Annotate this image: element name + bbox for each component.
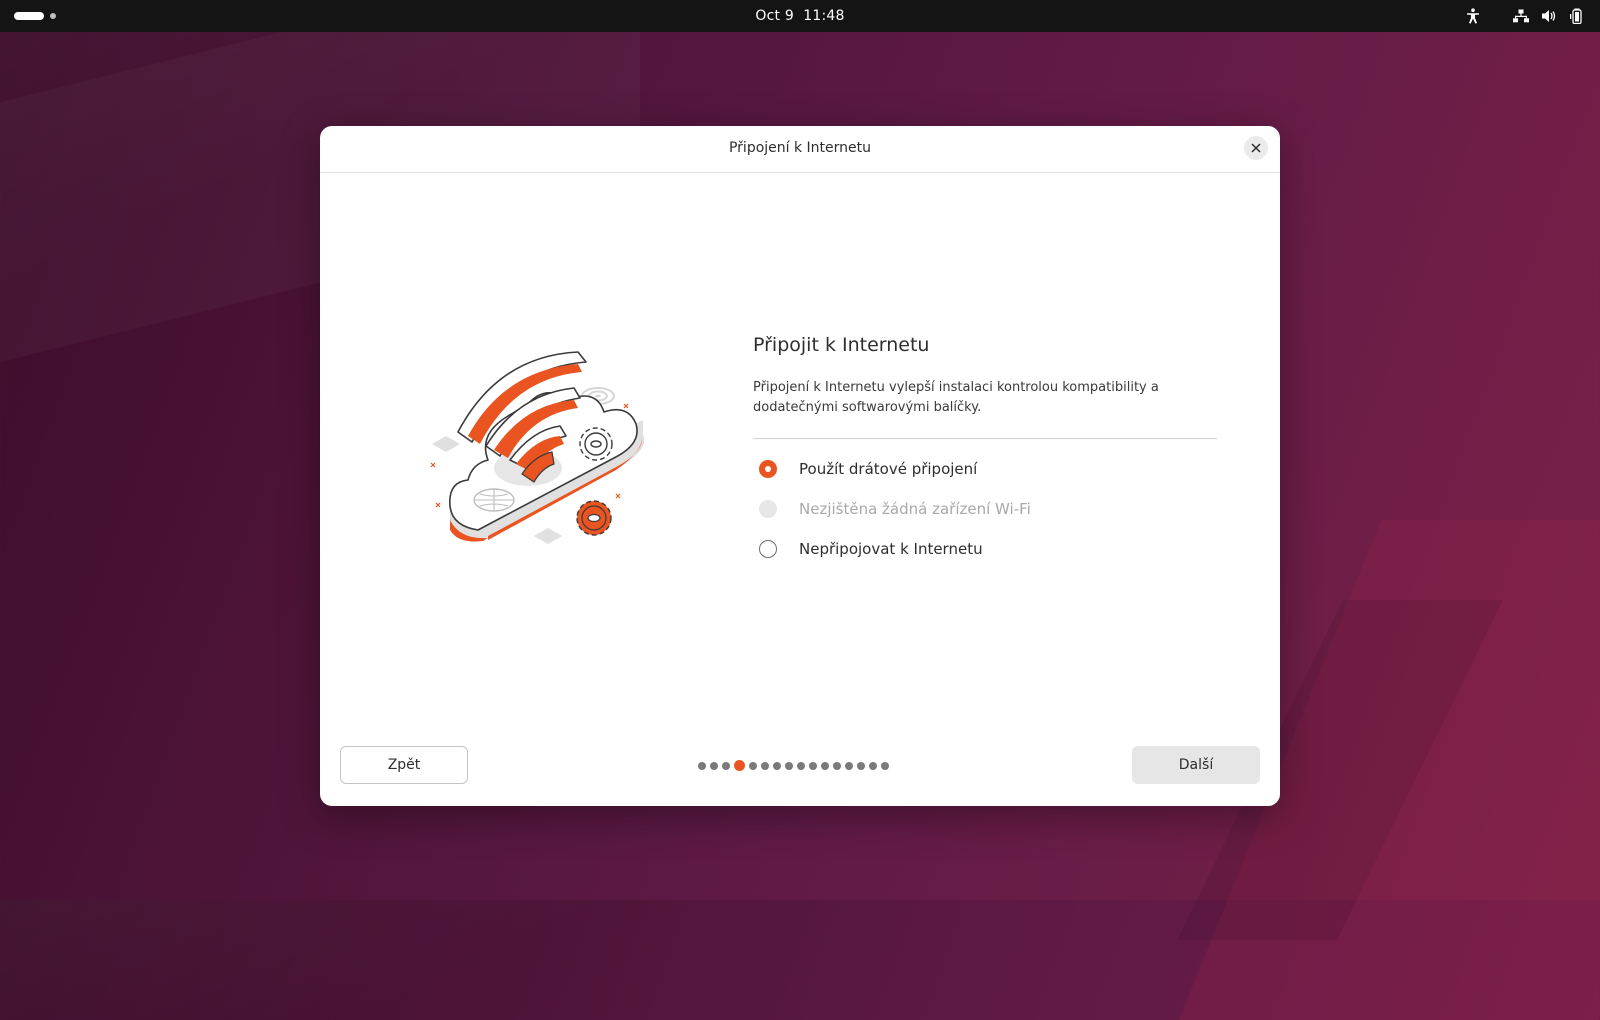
accessibility-icon[interactable]: [1464, 7, 1482, 25]
back-button[interactable]: Zpět: [340, 746, 468, 784]
option-label: Použít drátové připojení: [799, 460, 978, 478]
page-description: Připojení k Internetu vylepší instalaci …: [753, 380, 1159, 415]
close-icon: [1251, 143, 1261, 153]
step-dot: [869, 761, 877, 770]
radio-no-connection[interactable]: [759, 540, 777, 558]
step-dot: [797, 761, 805, 770]
step-dot: [821, 761, 829, 770]
network-wired-icon[interactable]: [1512, 7, 1530, 25]
step-indicator: [698, 760, 893, 771]
installer-dialog: Připojení k Internetu Připojit k Interne…: [320, 126, 1280, 806]
step-dot: [710, 761, 718, 770]
volume-icon[interactable]: [1540, 7, 1558, 25]
top-bar: Oct 9 11:48: [0, 0, 1600, 32]
step-dot: [809, 761, 817, 770]
clock[interactable]: Oct 9 11:48: [0, 8, 1600, 24]
wifi-cloud-illustration: [430, 351, 645, 544]
step-dot: [698, 761, 706, 770]
divider: [753, 438, 1217, 439]
step-dot: [749, 761, 757, 770]
option-wired-connection[interactable]: Použít drátové připojení: [753, 457, 1217, 481]
step-dot: [833, 761, 841, 770]
clock-time: 11:48: [803, 8, 845, 24]
step-dot: [881, 761, 889, 770]
option-wifi: Nezjištěna žádná zařízení Wi-Fi: [753, 497, 1217, 521]
battery-icon[interactable]: [1568, 7, 1586, 25]
option-label: Nepřipojovat k Internetu: [799, 540, 983, 558]
dialog-title: Připojení k Internetu: [728, 140, 872, 156]
step-dot: [761, 761, 769, 770]
step-dot: [722, 761, 730, 770]
step-dot: [785, 761, 793, 770]
system-tray[interactable]: [1454, 7, 1586, 25]
radio-wired-connection[interactable]: [759, 460, 777, 478]
clock-date: Oct 9: [755, 8, 794, 24]
dialog-header: Připojení k Internetu: [320, 126, 1280, 173]
close-button[interactable]: [1244, 136, 1268, 160]
step-dot: [773, 761, 781, 770]
next-button[interactable]: Další: [1132, 746, 1260, 784]
option-label: Nezjištěna žádná zařízení Wi-Fi: [799, 500, 1031, 518]
step-dot: [857, 761, 865, 770]
connection-panel: Připojit k Internetu Připojení k Interne…: [753, 334, 1217, 577]
radio-wifi: [759, 500, 777, 518]
option-no-connection[interactable]: Nepřipojovat k Internetu: [753, 537, 1217, 561]
step-dot-current: [734, 760, 745, 771]
step-dot: [845, 761, 853, 770]
page-heading: Připojit k Internetu: [753, 334, 930, 356]
